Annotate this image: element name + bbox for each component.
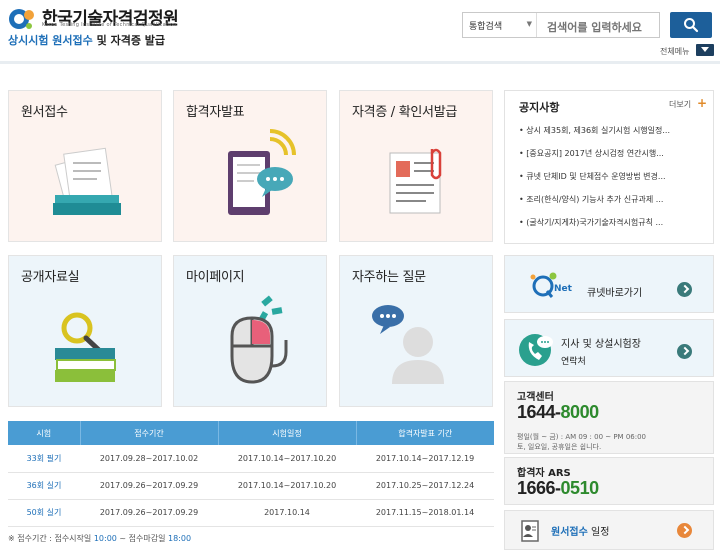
all-menu-label[interactable]: 전체메뉴 <box>660 46 689 57</box>
exam-link[interactable]: 50회 실기 <box>8 499 80 527</box>
column-header: 시험일정 <box>218 421 357 445</box>
note-middle: ~ 접수마감일 <box>116 534 169 543</box>
chevron-right-icon[interactable] <box>677 282 692 297</box>
chevron-right-icon[interactable] <box>677 344 692 359</box>
table-cell: 2017.10.14 <box>218 499 356 527</box>
table-cell: 2017.09.28~2017.10.02 <box>80 445 218 473</box>
notice-item[interactable]: 큐넷 단체ID 및 단체접수 운영방법 변경... <box>519 171 705 194</box>
note-prefix: ※ 접수기간 : 접수시작일 <box>8 534 94 543</box>
exam-link[interactable]: 33회 필기 <box>8 445 80 473</box>
branch-title: 지사 및 상설시험장 <box>561 339 641 350</box>
search-icon <box>684 18 699 33</box>
customer-center-number[interactable]: 1644-8000 <box>517 402 599 423</box>
chevron-right-icon[interactable] <box>677 523 692 538</box>
table-cell: 2017.10.25~2017.12.24 <box>356 472 494 500</box>
search-scope-select[interactable]: 통합검색 ▼ <box>463 13 537 37</box>
tile-application[interactable]: 원서접수 <box>8 90 162 242</box>
qnet-logo-text: Net <box>554 284 572 294</box>
closed-text: 토, 일요일, 공휴일은 쉽니다. <box>517 443 602 451</box>
notice-item[interactable]: [중요공지] 2017년 상시검정 연간시행... <box>519 148 705 171</box>
column-header: 시험 <box>8 421 81 445</box>
branch-subtitle: 연락처 <box>561 357 586 367</box>
tagline-highlight: 상시시험 원서접수 <box>8 34 93 47</box>
search-scope-label: 통합검색 <box>469 22 503 32</box>
ars-panel: 합격자 ARS 1666-0510 <box>504 457 714 505</box>
number-suffix: 0510 <box>560 478 600 498</box>
tile-faq[interactable]: 자주하는 질문 <box>339 255 493 407</box>
customer-center-hours: 평일(월 ~ 금) : AM 09 : 00 ~ PM 06:00 토, 일요일… <box>517 432 646 452</box>
notice-list: 상시 제35회, 제36회 실기시험 시행일정... [중요공지] 2017년 … <box>519 125 705 240</box>
header: 한국기술자격검정원 Korea Testing Institute of Tec… <box>0 0 720 64</box>
books-magnifier-icon <box>55 312 116 382</box>
schedule-table: 시험 접수기간 시험일정 합격자발표 기간 33회 필기 2017.09.28~… <box>8 421 494 527</box>
qnet-shortcut[interactable]: Net 큐넷바로가기 <box>504 255 714 313</box>
number-prefix: 1644- <box>517 402 561 422</box>
tile-pass-announcement[interactable]: 합격자발표 <box>173 90 327 242</box>
ars-label: 합격자 ARS <box>517 468 571 479</box>
schedule-rest: 일정 <box>587 527 610 538</box>
number-suffix: 8000 <box>560 402 600 422</box>
table-row: 33회 필기 2017.09.28~2017.10.02 2017.10.14~… <box>8 445 494 473</box>
tagline: 상시시험 원서접수 및 자격증 발급 <box>8 32 165 48</box>
tile-public-data[interactable]: 공개자료실 <box>8 255 162 407</box>
tile-my-page[interactable]: 마이페이지 <box>173 255 327 407</box>
note-start-time: 10:00 <box>93 534 117 543</box>
notice-item[interactable]: 조리(한식/양식) 기능사 추가 신규과제 ... <box>519 194 705 217</box>
notice-more-link[interactable]: 더보기 <box>669 99 691 110</box>
certificate-icon <box>389 148 442 214</box>
all-menu-button[interactable] <box>696 44 714 56</box>
column-header: 합격자발표 기간 <box>356 421 494 445</box>
table-cell: 2017.09.26~2017.09.29 <box>80 472 218 500</box>
column-header: 접수기간 <box>80 421 219 445</box>
table-row: 50회 실기 2017.09.26~2017.09.29 2017.10.14 … <box>8 499 494 527</box>
qnet-label: 큐넷바로가기 <box>587 288 643 299</box>
plus-icon[interactable]: + <box>697 96 707 110</box>
hours-text: 평일(월 ~ 금) : AM 09 : 00 ~ PM 06:00 <box>517 433 646 441</box>
table-header-row: 시험 접수기간 시험일정 합격자발표 기간 <box>8 421 494 445</box>
logo-icon[interactable] <box>8 6 36 32</box>
table-cell: 2017.10.14~2017.10.20 <box>218 472 356 500</box>
table-row: 36회 실기 2017.09.26~2017.09.29 2017.10.14~… <box>8 472 494 500</box>
table-cell: 2017.11.15~2018.01.14 <box>356 499 494 527</box>
table-cell: 2017.10.14~2017.12.19 <box>356 445 494 473</box>
application-form-icon <box>53 147 121 215</box>
tablet-chat-icon <box>228 129 296 215</box>
notice-title: 공지사항 <box>519 101 560 114</box>
notice-item[interactable]: (굴삭기/지게차)국가기술자격시험규칙 ... <box>519 217 705 240</box>
notice-panel: 공지사항 더보기 + 상시 제35회, 제36회 실기시험 시행일정... [중… <box>504 90 714 244</box>
schedule-note: ※ 접수기간 : 접수시작일 10:00 ~ 접수마감일 18:00 <box>8 533 191 544</box>
document-person-icon <box>521 520 539 542</box>
application-schedule-label: 원서접수 일정 <box>551 523 609 538</box>
application-schedule-link[interactable]: 원서접수 일정 <box>504 510 714 550</box>
tile-certificate[interactable]: 자격증 / 확인서발급 <box>339 90 493 242</box>
search-button[interactable] <box>670 12 712 38</box>
brand-subtitle: Korea Testing Institute of Technical Qua… <box>42 22 177 28</box>
exam-link[interactable]: 36회 실기 <box>8 472 80 500</box>
mouse-icon <box>230 295 288 384</box>
customer-center: 고객센터 1644-8000 평일(월 ~ 금) : AM 09 : 00 ~ … <box>504 381 714 454</box>
ars-number[interactable]: 1666-0510 <box>517 478 599 499</box>
search-input[interactable] <box>539 13 659 37</box>
note-end-time: 18:00 <box>168 534 192 543</box>
branch-contacts[interactable]: 지사 및 상설시험장 연락처 <box>504 319 714 377</box>
customer-center-label: 고객센터 <box>517 392 554 403</box>
tagline-rest: 및 자격증 발급 <box>92 34 166 47</box>
chevron-down-icon: ▼ <box>526 20 532 28</box>
schedule-highlight: 원서접수 <box>551 527 588 538</box>
number-prefix: 1666- <box>517 478 561 498</box>
search-box: 통합검색 ▼ <box>462 12 660 38</box>
notice-item[interactable]: 상시 제35회, 제36회 실기시험 시행일정... <box>519 125 705 148</box>
table-cell: 2017.09.26~2017.09.29 <box>80 499 218 527</box>
user-chat-icon <box>372 305 444 384</box>
table-cell: 2017.10.14~2017.10.20 <box>218 445 356 473</box>
phone-chat-icon <box>519 334 553 366</box>
